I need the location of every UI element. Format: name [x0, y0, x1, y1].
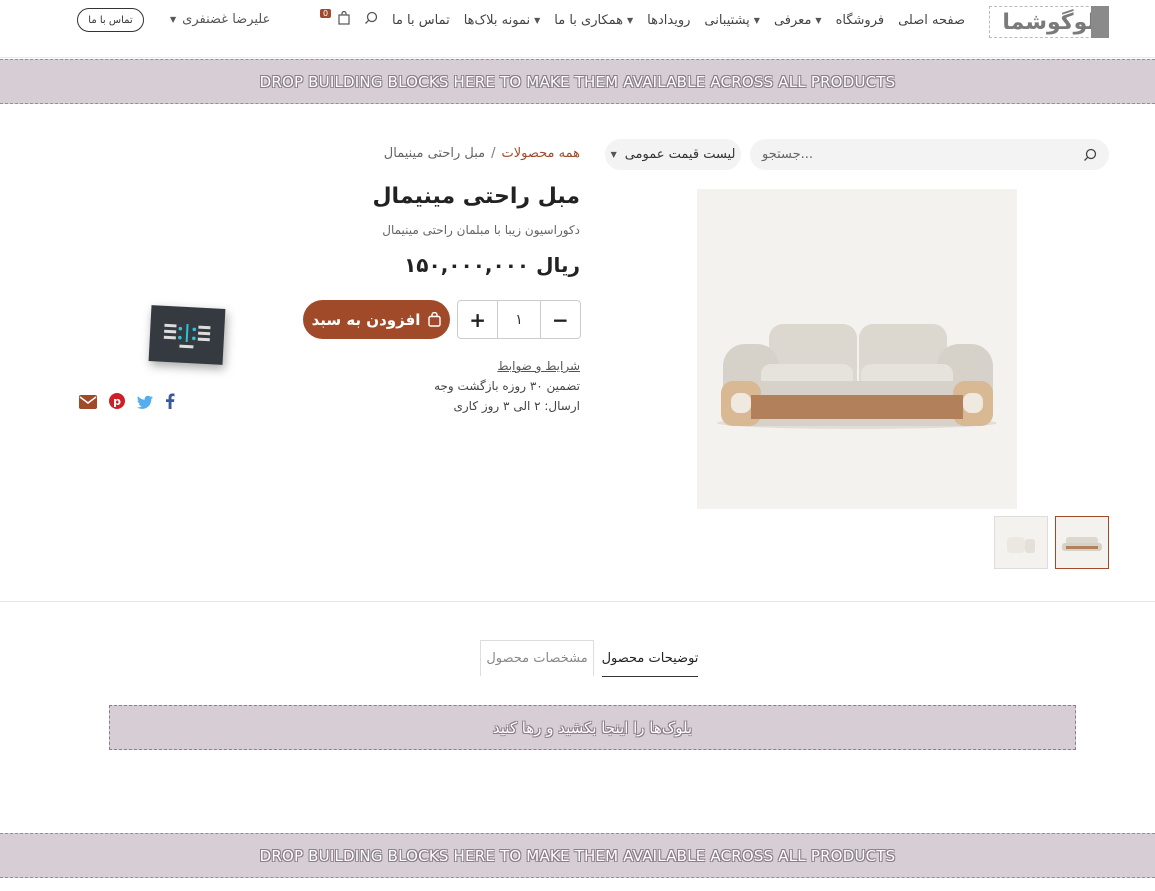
add-to-cart-button[interactable]: افزودن به سبد: [303, 300, 450, 339]
tab-specifications[interactable]: مشخصات محصول: [480, 640, 594, 676]
shopping-bag-icon: [428, 312, 442, 327]
product-search[interactable]: جستجو...: [750, 139, 1109, 170]
caret-down-icon: ▼: [170, 15, 177, 24]
global-dropzone-bottom[interactable]: DROP BUILDING BLOCKS HERE TO MAKE THEM A…: [0, 833, 1155, 878]
pricelist-dropdown[interactable]: ▼ لیست قیمت عمومی: [605, 139, 741, 170]
caret-down-icon: ▼: [815, 15, 822, 25]
twitter-icon[interactable]: [137, 394, 153, 413]
terms-link[interactable]: شرایط و ضوابط: [497, 359, 580, 373]
caret-down-icon: ▼: [753, 15, 760, 25]
nav-item-shop[interactable]: فروشگاه: [836, 13, 885, 28]
add-to-cart-label: افزودن به سبد: [311, 310, 421, 329]
site-logo[interactable]: لوگوشما: [989, 6, 1109, 38]
nav-label: معرفی: [773, 12, 812, 28]
nav-item-support[interactable]: پشتیبانی ▼: [704, 13, 760, 28]
user-name: علیرضا غضنفری: [182, 12, 271, 27]
pinterest-icon[interactable]: p: [109, 393, 125, 413]
breadcrumb: همه محصولات / مبل راحتی مینیمال: [384, 146, 580, 161]
dropzone-text: DROP BUILDING BLOCKS HERE TO MAKE THEM A…: [259, 72, 896, 91]
nav-label: رویدادها: [647, 12, 691, 28]
decrease-quantity-button[interactable]: −: [541, 301, 580, 338]
section-divider: [0, 601, 1155, 602]
product-thumbnail-2[interactable]: [994, 516, 1048, 569]
global-dropzone-top[interactable]: DROP BUILDING BLOCKS HERE TO MAKE THEM A…: [0, 59, 1155, 104]
quantity-stepper: − ۱ +: [457, 300, 581, 339]
logo-text: لوگوشما: [1002, 9, 1096, 35]
main-nav: صفحه اصلی فروشگاه معرفی ▼ پشتیبانی ▼ رویدا…: [319, 9, 965, 30]
user-menu[interactable]: ▼ علیرضا غضنفری: [170, 12, 270, 27]
block-drop-text: بلوک‌ها را اینجا بکشید و رها کنید: [492, 718, 693, 737]
product-price: ۱۵۰,۰۰۰,۰۰۰ ریال: [404, 253, 580, 277]
floating-widget-image[interactable]: [148, 305, 226, 365]
nav-item-about[interactable]: معرفی ▼: [774, 13, 822, 28]
nav-item-careers[interactable]: همکاری با ما ▼: [554, 13, 633, 28]
nav-label: صفحه اصلی: [898, 12, 965, 28]
product-thumbnail-1[interactable]: [1055, 516, 1109, 569]
dropzone-text: DROP BUILDING BLOCKS HERE TO MAKE THEM A…: [259, 846, 896, 865]
facebook-icon[interactable]: [165, 393, 175, 413]
breadcrumb-separator: /: [491, 146, 496, 161]
product-blocks-dropzone[interactable]: بلوک‌ها را اینجا بکشید و رها کنید: [109, 705, 1076, 750]
caret-down-icon: ▼: [610, 150, 617, 159]
nav-label: همکاری با ما: [554, 12, 624, 28]
breadcrumb-current: مبل راحتی مینیمال: [383, 146, 486, 161]
social-share: p: [79, 393, 175, 413]
nav-label: پشتیبانی: [704, 12, 750, 28]
search-icon[interactable]: [364, 11, 378, 29]
product-main-image[interactable]: [697, 189, 1017, 509]
shipping-text: ارسال: ۲ الی ۳ روز کاری: [453, 399, 580, 413]
nav-item-home[interactable]: صفحه اصلی: [898, 13, 965, 28]
nav-label: نمونه بلاک‌ها: [463, 12, 531, 28]
increase-quantity-button[interactable]: +: [458, 301, 497, 338]
search-icon[interactable]: [1083, 148, 1097, 162]
tab-description[interactable]: توضیحات محصول: [602, 640, 698, 677]
nav-item-contact[interactable]: تماس با ما: [392, 13, 450, 28]
cart-count-badge: 0: [319, 9, 332, 18]
cart-button[interactable]: 0: [319, 9, 350, 29]
search-input[interactable]: جستجو...: [762, 147, 813, 162]
contact-us-button[interactable]: تماس با ما: [77, 8, 144, 32]
site-header: لوگوشما صفحه اصلی فروشگاه معرفی ▼ پشتیبان…: [0, 0, 1155, 58]
nav-item-events[interactable]: رویدادها: [647, 13, 690, 28]
breadcrumb-all-products[interactable]: همه محصولات: [502, 146, 580, 161]
caret-down-icon: ▼: [627, 15, 634, 25]
nav-label: فروشگاه: [835, 12, 885, 28]
quantity-input[interactable]: ۱: [497, 301, 541, 338]
guarantee-text: تضمین ۳۰ روزه بازگشت وجه: [434, 379, 580, 393]
email-icon[interactable]: [79, 394, 97, 413]
product-title: مبل راحتی مینیمال: [372, 184, 580, 209]
shopping-bag-icon: [338, 10, 350, 25]
nav-label: تماس با ما: [391, 12, 450, 28]
nav-item-blocks[interactable]: نمونه بلاک‌ها ▼: [464, 13, 541, 28]
svg-text:p: p: [113, 395, 121, 408]
pricelist-label: لیست قیمت عمومی: [624, 147, 736, 162]
caret-down-icon: ▼: [534, 15, 541, 25]
logo-mark: [1091, 6, 1109, 38]
product-subtitle: دکوراسیون زیبا با مبلمان راحتی مینیمال: [382, 223, 580, 237]
